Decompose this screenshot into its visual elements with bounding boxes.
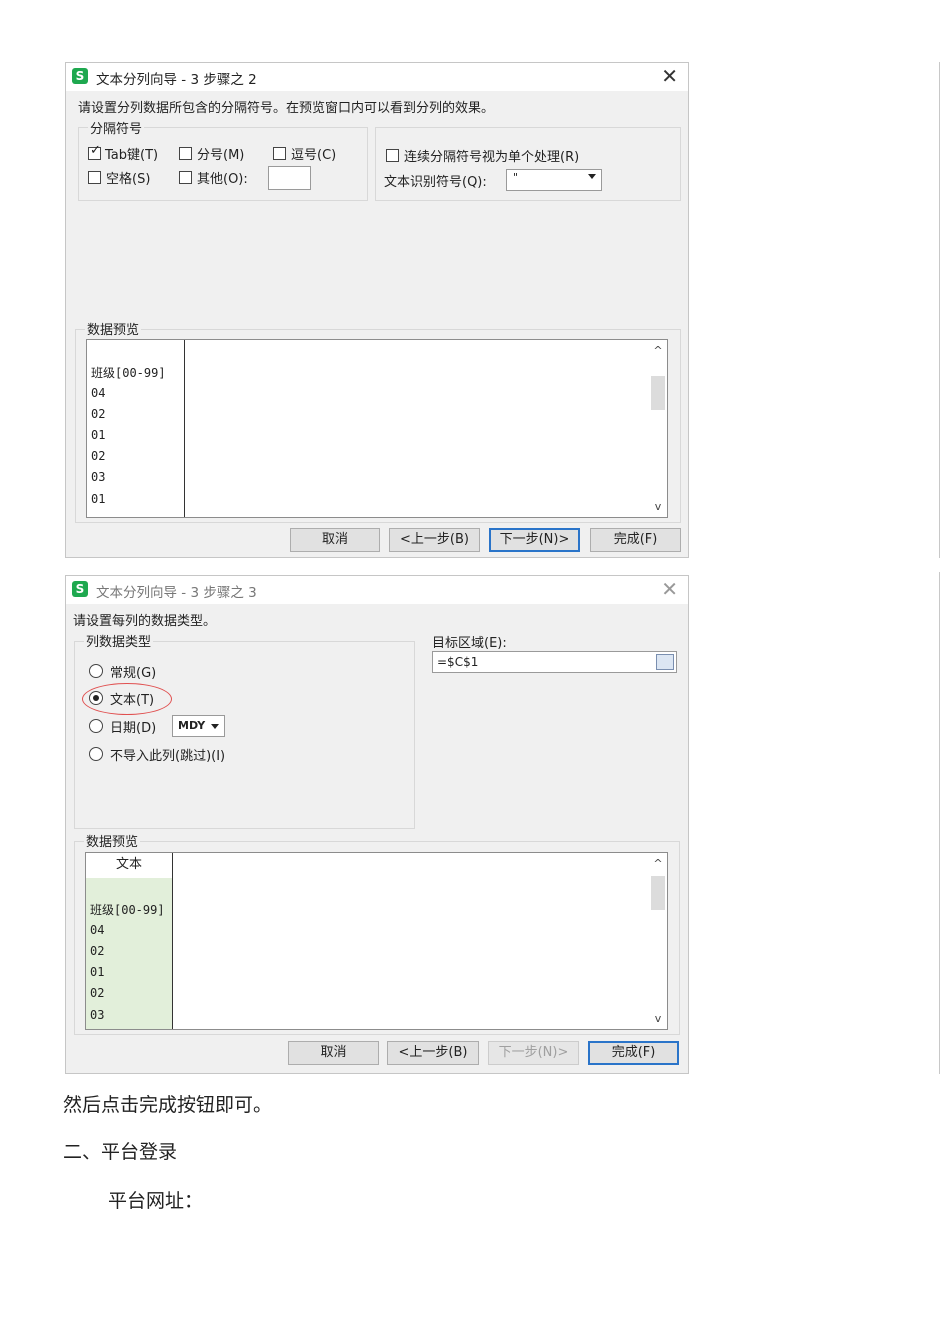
back-button[interactable]: <上一步(B) xyxy=(389,528,480,552)
other-delimiter-input[interactable] xyxy=(268,166,311,190)
cancel-button[interactable]: 取消 xyxy=(288,1041,379,1065)
preview-row: 04 xyxy=(91,386,106,400)
instruction-text: 请设置每列的数据类型。 xyxy=(73,614,217,629)
dialog-title: 文本分列向导 - 3 步骤之 3 xyxy=(96,585,257,601)
data-preview[interactable]: 班级[00-99] 04 02 01 02 03 01 ^ v xyxy=(86,339,668,518)
section-heading: 二、平台登录 xyxy=(63,1141,178,1163)
doc-paragraph: 平台网址： xyxy=(108,1190,204,1212)
date-format-value: MDY xyxy=(178,719,206,732)
scroll-down-icon[interactable]: v xyxy=(649,500,667,513)
scroll-up-icon[interactable]: ^ xyxy=(649,857,667,870)
check-icon: ✓ xyxy=(90,143,101,158)
column-type-legend: 列数据类型 xyxy=(84,631,154,650)
consecutive-checkbox[interactable] xyxy=(386,149,399,162)
finish-button[interactable]: 完成(F) xyxy=(588,1041,679,1065)
preview-row: 04 xyxy=(90,923,105,937)
delimiters-legend: 分隔符号 xyxy=(88,118,145,137)
cancel-button[interactable]: 取消 xyxy=(290,528,380,552)
scroll-thumb[interactable] xyxy=(651,876,665,910)
other-label: 其他(O): xyxy=(197,172,248,187)
comma-checkbox[interactable] xyxy=(273,147,286,160)
chevron-down-icon xyxy=(211,724,219,729)
preview-row: 01 xyxy=(91,428,106,442)
data-preview[interactable]: 文本 班级[00-99] 04 02 01 02 03 ^ v xyxy=(85,852,668,1030)
preview-row: 班级[00-99] xyxy=(91,366,166,380)
space-checkbox[interactable] xyxy=(88,171,101,184)
column-header[interactable]: 文本 xyxy=(86,853,172,878)
title-bar: S 文本分列向导 - 3 步骤之 3 ✕ xyxy=(66,576,688,604)
page-edge-line xyxy=(939,62,940,558)
app-logo-icon: S xyxy=(72,68,88,84)
scroll-down-icon[interactable]: v xyxy=(649,1012,667,1025)
preview-row: 01 xyxy=(90,965,105,979)
chevron-down-icon xyxy=(588,174,596,179)
preview-column[interactable] xyxy=(86,853,173,1029)
finish-button[interactable]: 完成(F) xyxy=(590,528,681,552)
preview-row: 02 xyxy=(91,449,106,463)
target-range-value: =$C$1 xyxy=(437,655,479,669)
instruction-text: 请设置分列数据所包含的分隔符号。在预览窗口内可以看到分列的效果。 xyxy=(78,101,495,116)
general-radio[interactable] xyxy=(89,664,103,678)
text-to-columns-step2-dialog: S 文本分列向导 - 3 步骤之 2 ✕ 请设置分列数据所包含的分隔符号。在预览… xyxy=(65,62,689,558)
preview-row: 03 xyxy=(90,1008,105,1022)
text-to-columns-step3-dialog: S 文本分列向导 - 3 步骤之 3 ✕ 请设置每列的数据类型。 列数据类型 常… xyxy=(65,575,689,1074)
title-bar: S 文本分列向导 - 3 步骤之 2 ✕ xyxy=(66,63,688,91)
vertical-scrollbar[interactable]: ^ v xyxy=(649,340,667,517)
preview-row: 班级[00-99] xyxy=(90,903,165,917)
dialog-title: 文本分列向导 - 3 步骤之 2 xyxy=(96,72,257,88)
preview-row: 03 xyxy=(91,470,106,484)
preview-row: 02 xyxy=(91,407,106,421)
next-button: 下一步(N)> xyxy=(488,1041,579,1065)
preview-row: 02 xyxy=(90,986,105,1000)
semicolon-label: 分号(M) xyxy=(197,148,245,163)
preview-row: 02 xyxy=(90,944,105,958)
general-label: 常规(G) xyxy=(110,666,157,681)
close-icon[interactable]: ✕ xyxy=(661,577,678,601)
date-label: 日期(D) xyxy=(110,721,157,736)
target-label: 目标区域(E): xyxy=(432,636,507,651)
next-button[interactable]: 下一步(N)> xyxy=(489,528,580,552)
space-label: 空格(S) xyxy=(106,172,151,187)
date-format-select[interactable]: MDY xyxy=(172,715,225,737)
comma-label: 逗号(C) xyxy=(291,148,337,163)
consecutive-label: 连续分隔符号视为单个处理(R) xyxy=(404,150,580,165)
preview-legend: 数据预览 xyxy=(84,831,141,850)
skip-radio[interactable] xyxy=(89,747,103,761)
qualifier-label: 文本识别符号(Q): xyxy=(384,175,487,190)
page-edge-line xyxy=(939,572,940,1074)
qualifier-value: " xyxy=(513,171,519,184)
other-checkbox[interactable] xyxy=(179,171,192,184)
skip-label: 不导入此列(跳过)(I) xyxy=(110,749,226,764)
target-range-input[interactable]: =$C$1 xyxy=(432,651,677,673)
annotation-circle xyxy=(82,683,172,715)
date-radio[interactable] xyxy=(89,719,103,733)
back-button[interactable]: <上一步(B) xyxy=(387,1041,479,1065)
semicolon-checkbox[interactable] xyxy=(179,147,192,160)
scroll-up-icon[interactable]: ^ xyxy=(649,344,667,357)
preview-row: 01 xyxy=(91,492,106,506)
tab-checkbox[interactable]: ✓ xyxy=(88,143,101,160)
tab-label: Tab键(T) xyxy=(105,148,159,163)
preview-legend: 数据预览 xyxy=(85,319,142,338)
doc-paragraph: 然后点击完成按钮即可。 xyxy=(63,1094,273,1116)
app-logo-icon: S xyxy=(72,581,88,597)
vertical-scrollbar[interactable]: ^ v xyxy=(649,853,667,1029)
delimiters-group xyxy=(78,127,368,201)
qualifier-select[interactable]: " xyxy=(506,169,602,191)
range-select-icon[interactable] xyxy=(656,654,674,670)
close-icon[interactable]: ✕ xyxy=(661,64,678,88)
scroll-thumb[interactable] xyxy=(651,376,665,410)
